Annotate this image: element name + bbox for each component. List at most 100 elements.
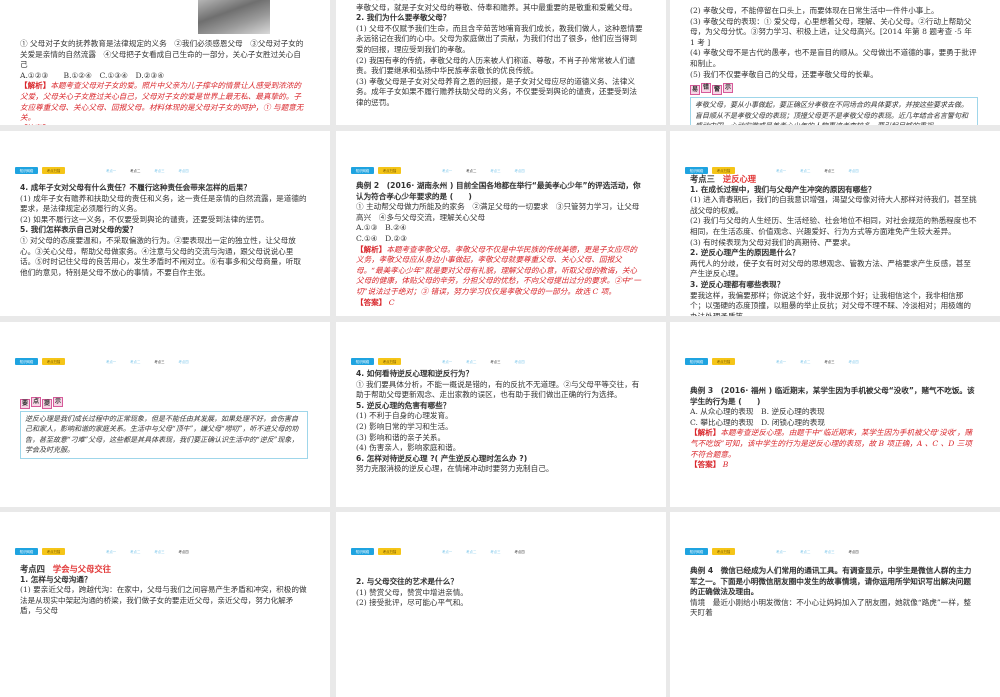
knowledge-network-button[interactable]: 知识网络 [351,357,374,365]
tab-exam-point-1[interactable]: 考点一 [106,549,116,554]
tab-exam-point-3[interactable]: 考点三 [824,359,834,364]
analysis-body: 本题考查逆反心理。由题干中“临近期末，某学生因为手机被父母‘没收’，赌气不吃饭”… [690,428,973,459]
slide-thumbnail[interactable]: 知识网络 考点扫描 考点一 考点二 考点三 考点四考点四 学会与父母交往 1. 怎样与父母沟通… [0,512,330,697]
exam-scan-button[interactable]: 考点扫描 [378,166,401,174]
slide-thumbnail[interactable]: 知识网络 考点扫描 考点一 考点二 考点三 考点四 典例 3 (2016· 福州 ) 临近期… [670,322,1000,507]
exam-point-tabs: 考点一 考点二 考点三 考点四 [106,359,203,364]
tab-exam-point-4[interactable]: 考点四 [179,168,189,173]
knowledge-network-button[interactable]: 知识网络 [15,547,38,555]
knowledge-network-button[interactable]: 知识网络 [685,547,708,555]
exam-scan-button[interactable]: 考点扫描 [42,547,65,555]
tab-exam-point-1[interactable]: 考点一 [442,549,452,554]
slide-thumbnail[interactable]: 知识网络考点扫描考点一考点二考点三考点四① 父母对子女的抚养教育是法律规定的义务… [0,0,330,125]
body-text: ① 我们要具体分析，不能一概说是错的，有的反抗不无道理。②与父母平等交往，有助于… [356,379,640,400]
slide-thumbnail[interactable]: 知识网络 考点扫描 考点一 考点二 考点三 考点四 2. 与父母交往的艺术是什么？ (1) 赞… [336,512,666,697]
slide-content: 2. 与父母交往的艺术是什么？ (1) 赞赏父母，赞赏中增进亲情。 (2) 接受批评… [356,577,644,609]
slide-thumbnail[interactable]: 知识网络考点扫描考点一考点二考点三考点四1. 孝敬父母的含义是什么?孝敬父母，就… [336,0,666,125]
question-heading: 5. 我们怎样表示自己对父母的爱？ [20,225,138,235]
tab-exam-point-3[interactable]: 考点三 [154,549,164,554]
tab-exam-point-2[interactable]: 考点二 [466,168,476,173]
body-text: (1) 要亲近父母，跨越代沟：在家中，父母与我们之间容易产生矛盾和冲突，积极的做… [20,585,307,616]
knowledge-network-button[interactable]: 知识网络 [351,547,374,555]
tab-exam-point-4[interactable]: 考点四 [515,168,525,173]
tab-exam-point-3[interactable]: 考点三 [824,168,834,173]
tab-exam-point-2[interactable]: 考点二 [800,359,810,364]
tab-exam-point-4[interactable]: 考点四 [515,359,525,364]
slide-thumbnail[interactable]: 知识网络 考点扫描 考点一 考点二 考点三 考点四要点提示逆反心理是我们成长过程中的正常现… [0,322,330,507]
exam-scan-button[interactable]: 考点扫描 [42,357,65,365]
tab-exam-point-3[interactable]: 考点三 [490,359,500,364]
tab-exam-point-4[interactable]: 考点四 [849,359,859,364]
body-text: (3) 有时候表现为父母对我们的高期待、严要求。 [690,237,856,247]
slide-thumbnail[interactable]: 知识网络 考点扫描 考点一 考点二 考点三 考点四典例 4 微信已经成为人们常用的通讯工具… [670,512,1000,697]
answer-text: 【答案】 D [20,124,308,125]
body-text: 孝敬父母，就是子女对父母的尊敬、侍奉和赡养。其中最重要的是敬重和爱戴父母。 [356,2,637,12]
answer-text: 【答案】 B [690,460,978,471]
tab-exam-point-1[interactable]: 考点一 [106,359,116,364]
question-heading: 2. 与父母交往的艺术是什么？ [356,577,458,586]
tab-exam-point-4[interactable]: 考点四 [179,549,189,554]
tab-exam-point-4[interactable]: 考点四 [179,359,189,364]
body-text: (1) 赞赏父母，赞赏中增进亲情。 [356,587,468,597]
exam-scan-button[interactable]: 考点扫描 [712,547,735,555]
tab-exam-point-2[interactable]: 考点二 [130,168,140,173]
exam-scan-button[interactable]: 考点扫描 [712,166,735,174]
body-text: (2) 我国有孝的传统，孝敬父母的人历来被人们称道、尊敬，不肖子孙常常被人们谴责… [356,55,635,76]
tab-exam-point-1[interactable]: 考点一 [106,168,116,173]
tab-exam-point-1[interactable]: 考点一 [442,168,452,173]
exam-scan-button[interactable]: 考点扫描 [712,357,735,365]
question-heading: 4. 成年子女对父母有什么责任？不履行这种责任会带来怎样的后果？ [20,183,252,192]
body-text: (1) 父母不仅赋予我们生命，而且含辛茹苦地哺育我们成长，教我们做人，这种恩情要… [356,23,643,54]
body-text: (3) 影响和谐的亲子关系。 [356,432,446,442]
answer-label: 【答案】 [356,297,387,307]
question-heading: 4. 如何看待逆反心理和逆反行为？ [356,369,474,378]
tab-exam-point-2[interactable]: 考点二 [800,168,810,173]
tab-exam-point-3[interactable]: 考点三 [490,168,500,173]
tab-exam-point-3[interactable]: 考点三 [154,168,164,173]
slide-content: 典例 4 微信已经成为人们常用的通讯工具。有调查显示，中学生是微信人群的主力军之… [690,566,978,619]
slide-thumbnail[interactable]: 知识网络考点扫描考点一考点二考点三考点四(2) 孝敬父母，不能停留在口头上，而要… [670,0,1000,125]
tab-exam-point-1[interactable]: 考点一 [776,549,786,554]
knowledge-network-button[interactable]: 知识网络 [351,166,374,174]
tab-exam-point-1[interactable]: 考点一 [442,359,452,364]
slide-thumbnail[interactable]: 知识网络 考点扫描 考点一 考点二 考点三 考点四 典例 2 (2016· 湖南永州 ) 目… [336,131,666,316]
tab-exam-point-4[interactable]: 考点四 [849,168,859,173]
tab-exam-point-2[interactable]: 考点二 [800,549,810,554]
tab-exam-point-1[interactable]: 考点一 [776,359,786,364]
slide-content: 考点四 学会与父母交往 1. 怎样与父母沟通？ (1) 要亲近父母，跨越代沟：在家中，… [20,564,308,617]
analysis-text: 【解析】本题考查孝敬父母。孝敬父母不仅是中华民族的传统美德，更是子女应尽的义务，… [356,245,644,298]
tab-exam-point-4[interactable]: 考点四 [515,549,525,554]
exam-scan-button[interactable]: 考点扫描 [42,166,65,174]
tab-exam-point-4[interactable]: 考点四 [849,549,859,554]
tab-exam-point-3[interactable]: 考点三 [154,359,164,364]
analysis-body: 本题考查父母对子女的爱。照片中父亲为儿子撑伞的情景让人感受到浓浓的父爱，父母关心… [20,81,304,123]
tab-exam-point-1[interactable]: 考点一 [776,168,786,173]
exam-point-tabs: 考点一 考点二 考点三 考点四 [776,549,873,554]
question-heading: 1. 在成长过程中，我们与父母产生冲突的原因有哪些？ [690,184,876,194]
knowledge-network-button[interactable]: 知识网络 [685,166,708,174]
slide-content: 1. 孝敬父母的含义是什么?孝敬父母，就是子女对父母的尊敬、侍奉和赡养。其中最重… [356,0,644,109]
exam-scan-button[interactable]: 考点扫描 [378,357,401,365]
slide-thumbnail[interactable]: 知识网络 考点扫描 考点一 考点二 考点三 考点四 4. 如何看待逆反心理和逆反行为？ ① 我… [336,322,666,507]
tab-exam-point-2[interactable]: 考点二 [466,359,476,364]
tab-exam-point-2[interactable]: 考点二 [466,549,476,554]
tab-exam-point-2[interactable]: 考点二 [130,359,140,364]
slide-nav-bar: 知识网络 考点扫描 考点一 考点二 考点三 考点四 [685,357,873,365]
answer-label: 【答案】 [690,460,721,470]
answer-value: C [386,297,395,307]
knowledge-network-button[interactable]: 知识网络 [15,357,38,365]
tab-exam-point-3[interactable]: 考点三 [490,549,500,554]
body-text: (1) 成年子女有赡养和扶助父母的责任和义务，这一责任是亲情的自然流露，是道德的… [20,193,307,214]
analysis-text: 【解析】本题考查父母对子女的爱。照片中父亲为儿子撑伞的情景让人感受到浓浓的父爱，… [20,81,308,123]
exam-scan-button[interactable]: 考点扫描 [378,547,401,555]
slide-nav-bar: 知识网络 考点扫描 考点一 考点二 考点三 考点四 [15,357,203,365]
question-heading: 典例 4 微信已经成为人们常用的通讯工具。有调查显示，中学生是微信人群的主力军之… [690,566,972,597]
tab-exam-point-3[interactable]: 考点三 [824,549,834,554]
slide-thumbnail[interactable]: 知识网络 考点扫描 考点一 考点二 考点三 考点四 4. 成年子女对父母有什么责任？不履行这… [0,131,330,316]
exam-point-tabs: 考点一 考点二 考点三 考点四 [442,549,539,554]
knowledge-network-button[interactable]: 知识网络 [15,166,38,174]
slide-nav-bar: 知识网络 考点扫描 考点一 考点二 考点三 考点四 [351,357,539,365]
tab-exam-point-2[interactable]: 考点二 [130,549,140,554]
slide-thumbnail[interactable]: 知识网络 考点扫描 考点一 考点二 考点三 考点四 考点三 逆反心理 1. 在成长过程中，我们与… [670,131,1000,316]
knowledge-network-button[interactable]: 知识网络 [685,357,708,365]
